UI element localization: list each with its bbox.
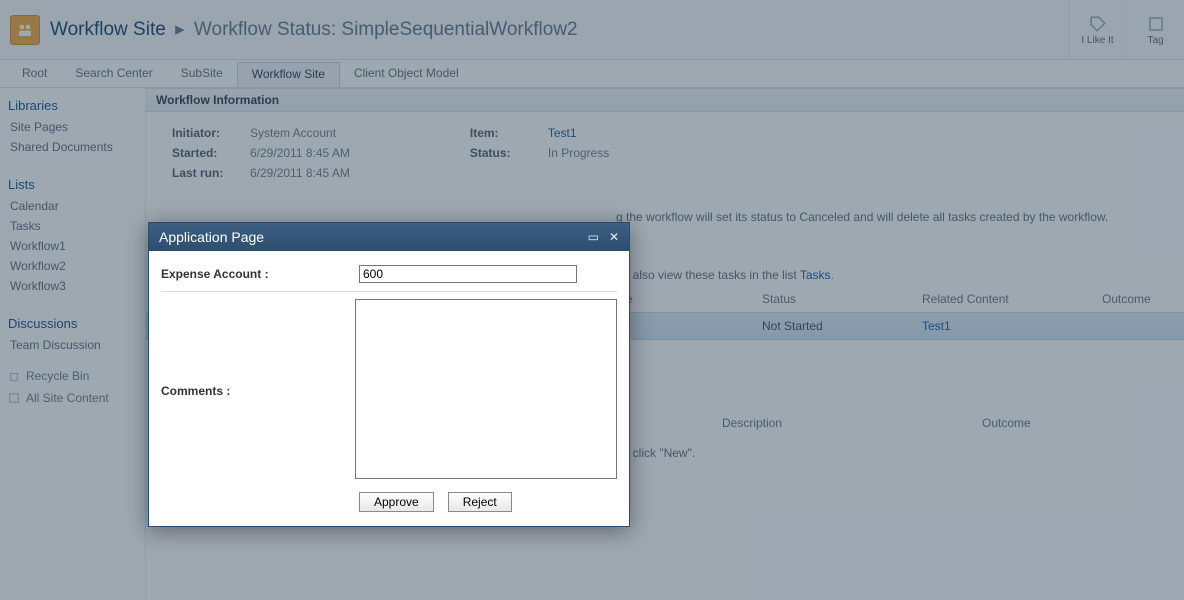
comments-label: Comments : [161, 382, 355, 398]
comments-textarea[interactable] [355, 299, 617, 479]
approve-button[interactable]: Approve [359, 492, 434, 512]
close-icon[interactable]: ✕ [609, 231, 619, 243]
dialog-body: Expense Account : Comments : Approve Rej… [149, 251, 629, 526]
dialog-title: Application Page [159, 229, 264, 245]
maximize-icon[interactable]: ▭ [588, 231, 599, 243]
expense-account-label: Expense Account : [161, 265, 359, 281]
dialog-title-bar[interactable]: Application Page ▭ ✕ [149, 223, 629, 251]
expense-account-input[interactable] [359, 265, 577, 283]
application-page-dialog: Application Page ▭ ✕ Expense Account : C… [148, 222, 630, 527]
reject-button[interactable]: Reject [448, 492, 512, 512]
